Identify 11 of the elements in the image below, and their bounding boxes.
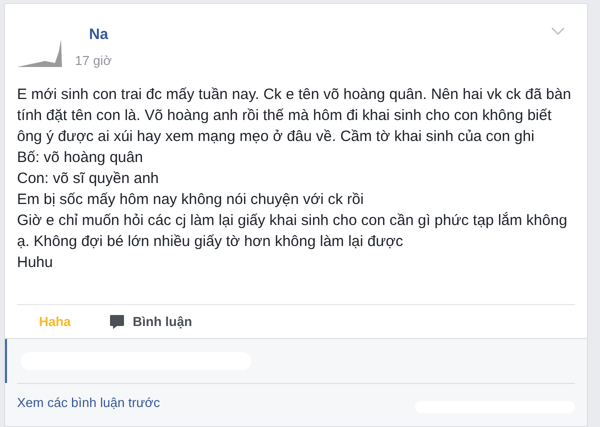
author-name[interactable]: Na — [75, 16, 541, 46]
post-text: E mới sinh con trai đc mấy tuần nay. Ck e tên võ hoàng quân. Nên hai vk ck đã bàn tính đặt tên con là. Võ hoàng anh rồi thế mà hôm đi khai sinh cho con không biết ông ý được ai xúi hay xem mạng mẹo ở đâu về. Cầm tờ khai sinh của con ghi — [17, 85, 572, 147]
post-text: Huhu — [17, 253, 54, 273]
post-text: Bố: võ hoàng quân — [17, 148, 144, 168]
post-text: Giờ e chỉ muốn hỏi các cj làm lại giấy khai sinh cho con cần gì phức tạp lắm không ạ. Không đợi bé lớn nhiều giấy tờ hơn không làm lại được — [17, 211, 568, 252]
chevron-down-icon[interactable] — [551, 26, 565, 36]
post-text: Con: võ sĩ quyền anh — [17, 169, 160, 189]
speech-bubble-icon — [108, 314, 125, 330]
post-text: Em bị sốc mấy hôm nay không nói chuyện với ck rồi — [17, 190, 365, 210]
previous-comments-link[interactable]: Xem các bình luận trước — [17, 392, 160, 412]
comment-button[interactable]: Bình luận — [108, 312, 192, 332]
